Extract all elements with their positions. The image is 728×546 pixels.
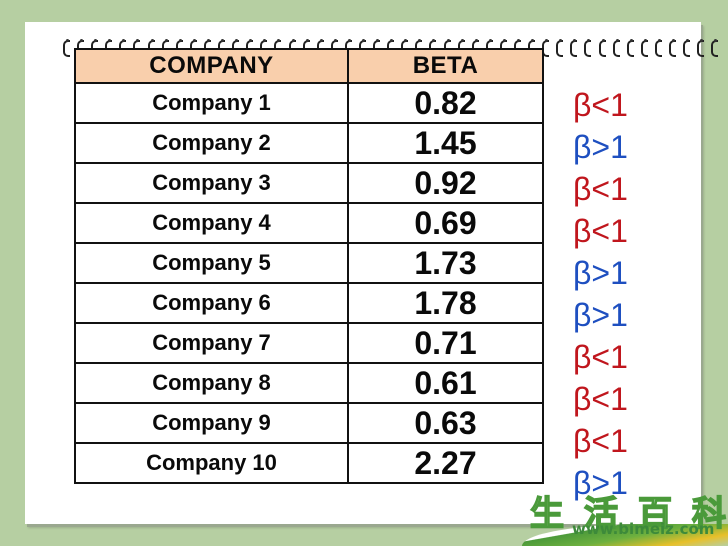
spiral-binding-icon <box>710 38 724 57</box>
watermark-char: 生 <box>529 493 565 535</box>
spiral-binding-icon <box>696 38 710 57</box>
table-row: Company 4 0.69 <box>74 202 544 244</box>
beta-indicator-high: β>1 <box>573 129 628 165</box>
beta-indicator-low: β<1 <box>573 381 628 417</box>
spiral-binding-icon <box>612 38 626 57</box>
table-row: Company 3 0.92 <box>74 162 544 204</box>
spiral-binding-icon <box>583 38 597 57</box>
table-row: Company 5 1.73 <box>74 242 544 284</box>
beta-indicator-high: β>1 <box>573 255 628 291</box>
beta-indicator-high: β>1 <box>573 297 628 333</box>
table-row: Company 6 1.78 <box>74 282 544 324</box>
company-name-cell: Company 4 <box>74 202 349 244</box>
table-row: Company 10 2.27 <box>74 442 544 484</box>
beta-value-cell: 0.69 <box>347 202 544 244</box>
beta-value-cell: 0.63 <box>347 402 544 444</box>
watermark: 生 活 百 科 www.bimeiz.com <box>522 486 728 546</box>
beta-value-cell: 0.92 <box>347 162 544 204</box>
table-row: Company 2 1.45 <box>74 122 544 164</box>
spiral-binding-icon <box>555 38 569 57</box>
watermark-url: www.bimeiz.com <box>572 520 715 538</box>
beta-indicator-low: β<1 <box>573 171 628 207</box>
company-name-cell: Company 5 <box>74 242 349 284</box>
spiral-binding-icon <box>640 38 654 57</box>
company-name-cell: Company 10 <box>74 442 349 484</box>
beta-value-cell: 0.71 <box>347 322 544 364</box>
beta-indicator-low: β<1 <box>573 213 628 249</box>
beta-value-cell: 2.27 <box>347 442 544 484</box>
spiral-binding-icon <box>668 38 682 57</box>
beta-value-cell: 0.61 <box>347 362 544 404</box>
spiral-binding-icon <box>682 38 696 57</box>
beta-value-cell: 1.78 <box>347 282 544 324</box>
company-name-cell: Company 1 <box>74 82 349 124</box>
beta-indicator-low: β<1 <box>573 339 628 375</box>
company-name-cell: Company 6 <box>74 282 349 324</box>
beta-indicator-low: β<1 <box>573 87 628 123</box>
table-row: Company 7 0.71 <box>74 322 544 364</box>
header-company: COMPANY <box>74 48 349 84</box>
company-name-cell: Company 7 <box>74 322 349 364</box>
company-name-cell: Company 2 <box>74 122 349 164</box>
header-beta: BETA <box>347 48 544 84</box>
spiral-binding-icon <box>598 38 612 57</box>
spiral-binding-icon <box>626 38 640 57</box>
beta-table: COMPANY BETA Company 1 0.82 Company 2 1.45 C… <box>74 48 544 484</box>
company-name-cell: Company 3 <box>74 162 349 204</box>
company-name-cell: Company 9 <box>74 402 349 444</box>
beta-indicators: β<1 β>1 β<1 β<1 β>1 β>1 β<1 β<1 β<1 β>1 <box>573 84 653 504</box>
company-name-cell: Company 8 <box>74 362 349 404</box>
beta-value-cell: 1.73 <box>347 242 544 284</box>
table-header-row: COMPANY BETA <box>74 48 544 84</box>
table-row: Company 8 0.61 <box>74 362 544 404</box>
spiral-binding-icon <box>654 38 668 57</box>
beta-value-cell: 1.45 <box>347 122 544 164</box>
spiral-binding-icon <box>569 38 583 57</box>
table-row: Company 1 0.82 <box>74 82 544 124</box>
table-row: Company 9 0.63 <box>74 402 544 444</box>
beta-value-cell: 0.82 <box>347 82 544 124</box>
beta-indicator-low: β<1 <box>573 423 628 459</box>
